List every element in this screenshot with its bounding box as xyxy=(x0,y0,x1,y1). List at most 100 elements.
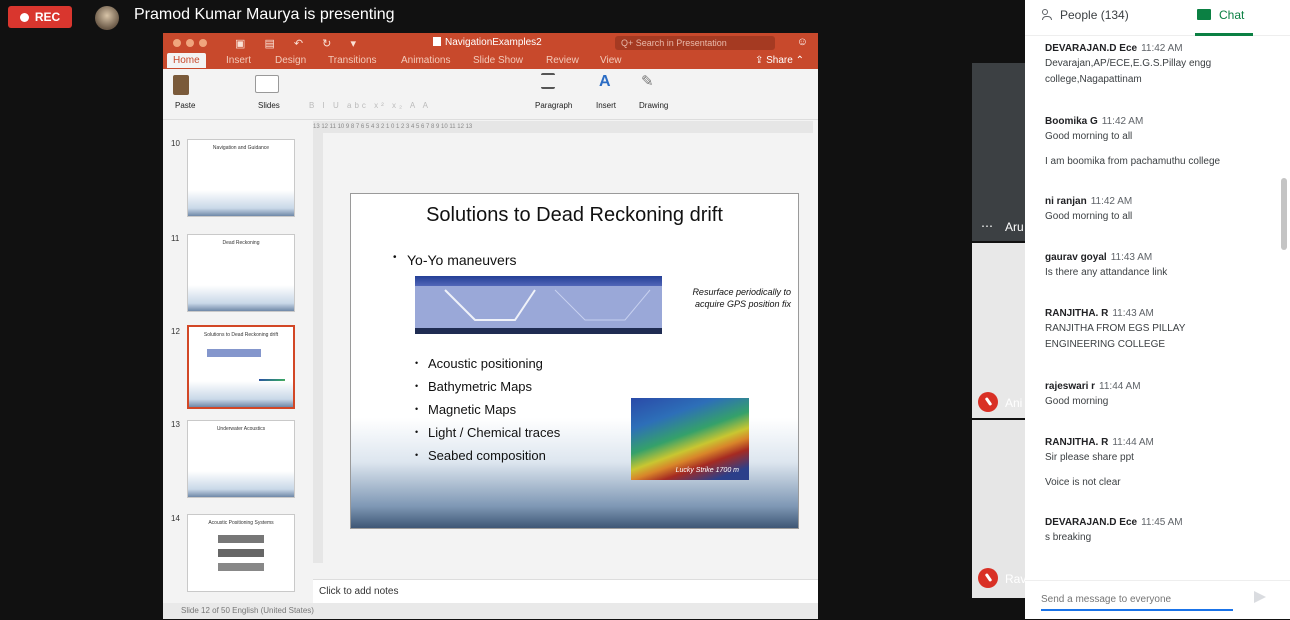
people-label: People (134) xyxy=(1060,8,1129,22)
ppt-titlebar: ▣ ▤ ↶ ↻ ▾ NavigationExamples2 Q+ Search … xyxy=(163,33,818,53)
record-dot-icon xyxy=(19,12,29,22)
ribbon-insert: Insert xyxy=(596,101,617,110)
thumbnail-title: Acoustic Positioning Systems xyxy=(208,520,274,526)
minimize-window-icon xyxy=(186,39,194,47)
message-text: Voice is not clear xyxy=(1045,477,1121,488)
participant-name-ani: Ani xyxy=(1005,396,1023,410)
message-time: 11:44 AM xyxy=(1099,381,1141,392)
message-author: RANJITHA. R xyxy=(1045,308,1109,319)
sub-bullet: Acoustic positioning xyxy=(415,352,560,375)
current-slide: Solutions to Dead Reckoning drift Yo-Yo … xyxy=(350,193,799,529)
message-time: 11:44 AM xyxy=(1112,437,1154,448)
ppt-tab-review: Review xyxy=(546,55,579,66)
message-text: Devarajan,AP/ECE,E.G.S.Pillay engg colle… xyxy=(1045,58,1212,85)
notes-pane: Click to add notes xyxy=(313,579,818,604)
ribbon-paragraph: Paragraph xyxy=(535,101,573,110)
ppt-statusbar: Slide 12 of 50 English (United States) xyxy=(163,603,818,619)
shared-screen: ▣ ▤ ↶ ↻ ▾ NavigationExamples2 Q+ Search … xyxy=(163,33,818,619)
notes-placeholder: Click to add notes xyxy=(319,586,399,597)
bathymetry-caption: Lucky Strike 1700 m xyxy=(675,467,739,474)
chat-message: gaurav goyal 11:43 AM Is there any attand… xyxy=(1045,252,1270,281)
resurface-caption: Resurface periodically to acquire GPS po… xyxy=(692,287,791,309)
message-text: s breaking xyxy=(1045,532,1092,543)
mic-off-icon xyxy=(978,568,998,588)
chat-message: DEVARAJAN.D Ece 11:42 AM Devarajan,AP/ECE… xyxy=(1045,43,1270,88)
message-text: Good morning to all xyxy=(1045,131,1133,142)
message-time: 11:43 AM xyxy=(1110,252,1153,263)
ppt-ribbon: Paste Slides B I U abc x² x₂ A A Paragra… xyxy=(163,69,818,120)
ribbon-drawing: Drawing xyxy=(639,101,669,110)
thumbnail-title: Underwater Acoustics xyxy=(216,426,266,432)
chat-message: Boomika G 11:42 AM Good morning to all I … xyxy=(1045,116,1270,170)
more-options-icon[interactable]: ⋯ xyxy=(981,219,993,233)
ppt-tab-animations: Animations xyxy=(401,55,451,66)
chat-scrollbar[interactable] xyxy=(1281,178,1287,250)
participant-tile-aru[interactable]: ⋯ xyxy=(972,63,1025,241)
message-text: Is there any attandance link xyxy=(1045,267,1168,278)
sub-bullet: Seabed composition xyxy=(415,444,560,467)
participant-name-aru: Aru xyxy=(1005,220,1024,234)
horizontal-ruler: 13 12 11 10 9 8 7 6 5 4 3 2 1 0 1 2 3 4 … xyxy=(313,121,813,133)
participant-tile-ani[interactable] xyxy=(972,243,1025,418)
chat-icon xyxy=(1197,9,1211,20)
ribbon-paste: Paste xyxy=(175,101,196,110)
paste-icon xyxy=(173,75,189,95)
ppt-tab-view: View xyxy=(600,55,622,66)
yoyo-path-right xyxy=(554,289,651,321)
message-text: I am boomika from pachamuthu college xyxy=(1045,156,1221,167)
message-text: Good morning to all xyxy=(1045,211,1133,222)
slide-title: Solutions to Dead Reckoning drift xyxy=(426,204,723,226)
thumbnail-number: 12 xyxy=(171,327,180,336)
thumbnail-slide-12: Solutions to Dead Reckoning drift xyxy=(187,325,295,409)
quick-access-icons: ▣ ▤ ↶ ↻ ▾ xyxy=(235,38,364,50)
sub-bullet: Magnetic Maps xyxy=(415,398,560,421)
bathymetry-image: Lucky Strike 1700 m xyxy=(631,398,749,480)
thumbnail-slide-10: Navigation and Guidance xyxy=(187,139,295,217)
status-text: Slide 12 of 50 English (United States) xyxy=(181,606,314,615)
window-controls xyxy=(173,39,207,47)
chat-messages: DEVARAJAN.D Ece 11:42 AM Devarajan,AP/ECE… xyxy=(1025,35,1290,580)
ppt-tab-design: Design xyxy=(275,55,307,66)
participant-name-rav: Rav xyxy=(1005,572,1027,586)
thumbnail-title: Navigation and Guidance xyxy=(212,145,270,151)
side-panel: People (134) Chat DEVARAJAN.D Ece 11:42 A… xyxy=(1025,0,1290,619)
ppt-search-box: Q+ Search in Presentation xyxy=(615,36,775,50)
tab-chat[interactable]: Chat xyxy=(1197,8,1244,22)
sub-bullet: Light / Chemical traces xyxy=(415,421,560,444)
message-time: 11:42 AM xyxy=(1090,196,1133,207)
send-icon[interactable] xyxy=(1254,591,1266,603)
slide-thumbnails: 10 Navigation and Guidance 11 Dead Recko… xyxy=(163,121,303,603)
chat-message: rajeswari r 11:44 AM Good morning xyxy=(1045,381,1270,410)
rec-label: REC xyxy=(34,10,61,24)
message-author: DEVARAJAN.D Ece xyxy=(1045,517,1138,528)
panel-tabs: People (134) Chat xyxy=(1025,0,1290,36)
thumbnail-number: 14 xyxy=(171,514,180,523)
chat-label: Chat xyxy=(1219,8,1245,22)
message-time: 11:43 AM xyxy=(1112,308,1154,319)
message-author: gaurav goyal xyxy=(1045,252,1107,263)
ppt-tab-slide-show: Slide Show xyxy=(473,55,524,66)
thumbnail-number: 13 xyxy=(171,420,180,429)
chat-message: RANJITHA. R 11:43 AM RANJITHA FROM EGS PI… xyxy=(1045,308,1270,353)
font-format-controls: B I U abc x² x₂ A A xyxy=(309,101,431,110)
document-title: NavigationExamples2 xyxy=(433,37,542,48)
ppt-share-label: Share xyxy=(766,55,793,66)
message-author: Boomika G xyxy=(1045,116,1098,127)
presenter-avatar xyxy=(95,6,119,30)
chat-message: DEVARAJAN.D Ece 11:45 AM s breaking xyxy=(1045,517,1270,546)
slides-icon xyxy=(255,75,279,93)
vertical-ruler xyxy=(313,133,323,563)
message-author: DEVARAJAN.D Ece xyxy=(1045,43,1138,54)
tab-people[interactable]: People (134) xyxy=(1042,8,1129,22)
message-text: Sir please share ppt xyxy=(1045,452,1134,463)
yoyo-path-left xyxy=(444,289,536,321)
thumbnail-number: 10 xyxy=(171,139,180,148)
sub-bullet: Bathymetric Maps xyxy=(415,375,560,398)
ppt-tab-insert: Insert xyxy=(226,55,252,66)
recording-indicator: REC xyxy=(8,6,72,28)
paragraph-icon xyxy=(541,73,555,89)
feedback-smiley-icon: ☺ xyxy=(796,36,808,48)
sub-bullet-list: Acoustic positioning Bathymetric Maps Ma… xyxy=(415,352,560,467)
thumbnail-title: Dead Reckoning xyxy=(222,240,260,246)
chat-message-input[interactable] xyxy=(1041,589,1233,611)
